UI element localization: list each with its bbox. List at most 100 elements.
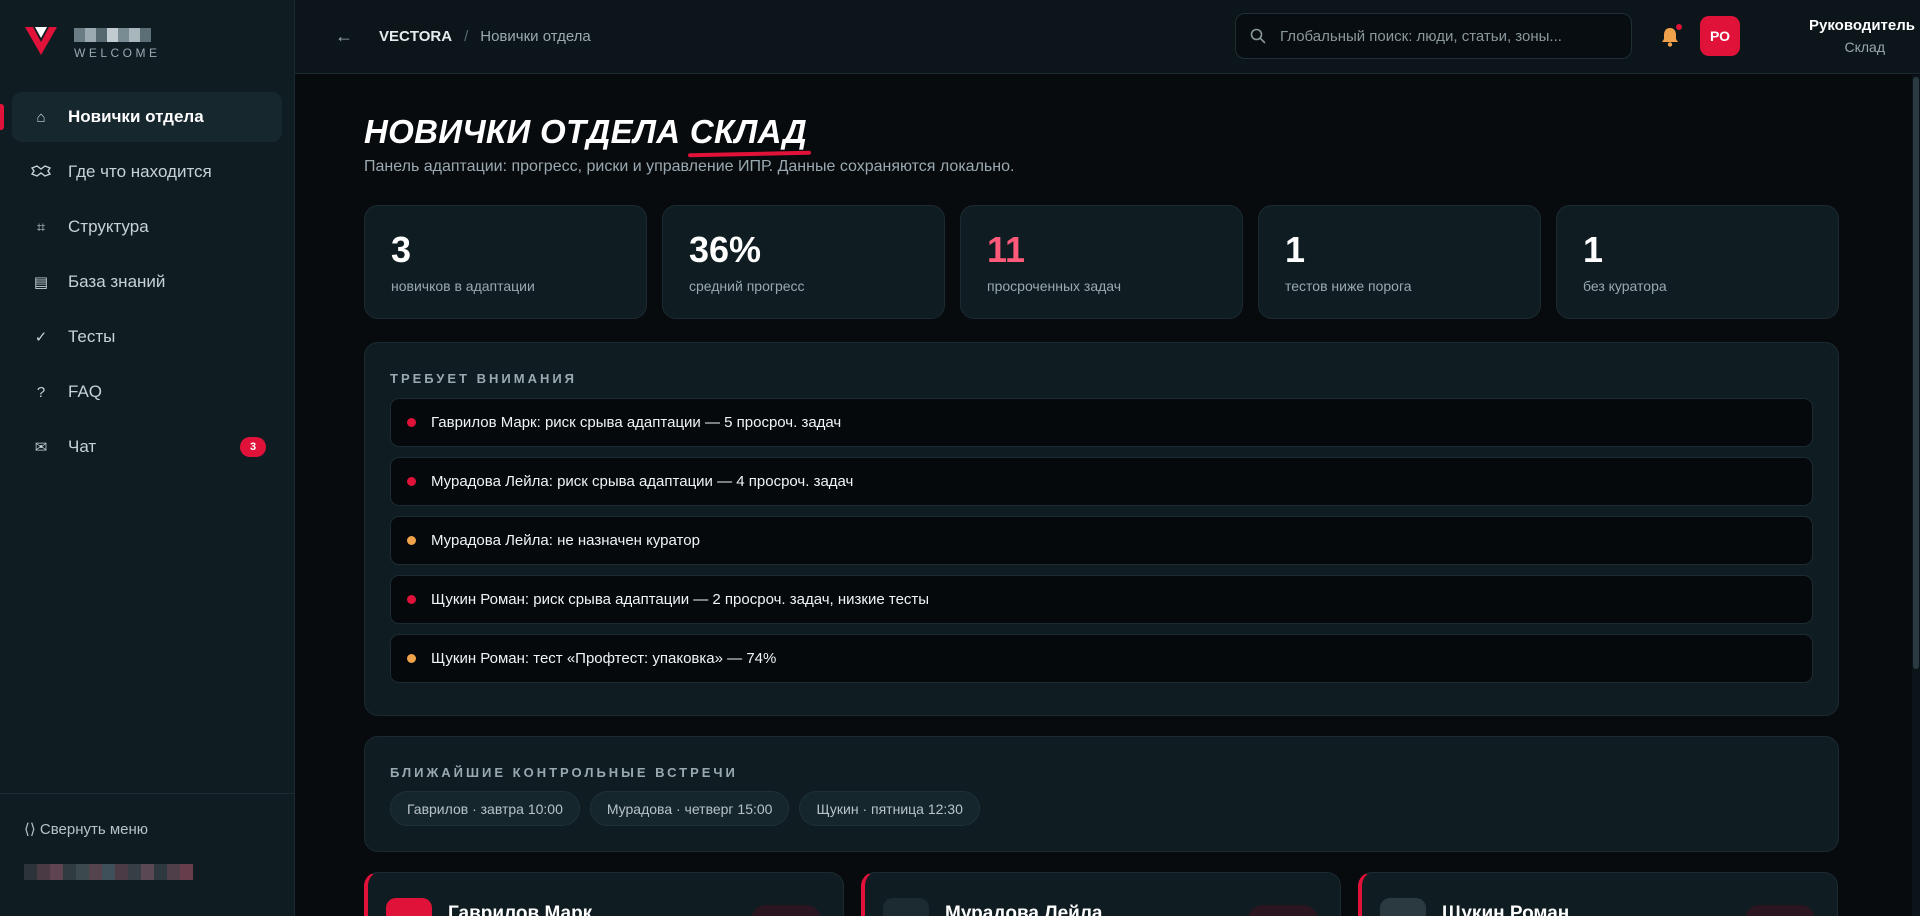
- newbie-card[interactable]: Мурадова Лейла: [861, 872, 1341, 916]
- newbie-status-pill: [751, 905, 821, 916]
- attention-item[interactable]: Мурадова Лейла: не назначен куратор: [390, 516, 1813, 565]
- meeting-chip[interactable]: Гаврилов · завтра 10:00: [390, 791, 580, 826]
- critical-dot-icon: [407, 477, 416, 486]
- sidebar-nav: ⌂ Новички отдела Где что находится ⌗ Стр…: [0, 92, 294, 472]
- attention-list: Гаврилов Марк: риск срыва адаптации — 5 …: [390, 398, 1813, 683]
- newbie-cards: Гаврилов Марк Мурадова Лейла Щукин Роман: [364, 872, 1838, 916]
- critical-dot-icon: [407, 418, 416, 427]
- sidebar-item-tests[interactable]: ✓ Тесты: [12, 312, 282, 362]
- main-area: ← VECTORA / Новички отдела РО Ру: [295, 0, 1920, 916]
- stat-label: новичков в адаптации: [391, 278, 535, 294]
- sidebar-item-label: Где что находится: [68, 162, 212, 181]
- newbie-name: Гаврилов Марк: [448, 903, 593, 916]
- newbie-status-pill: [1745, 905, 1815, 916]
- sidebar-item-label: Чат: [68, 437, 97, 456]
- breadcrumb-current: Новички отдела: [480, 28, 591, 45]
- sidebar-item-locations[interactable]: Где что находится: [12, 147, 282, 197]
- global-search[interactable]: [1235, 13, 1632, 59]
- meetings-heading: БЛИЖАЙШИЕ КОНТРОЛЬНЫЕ ВСТРЕЧИ: [390, 765, 738, 780]
- newbie-name: Мурадова Лейла: [945, 903, 1103, 916]
- attention-text: Мурадова Лейла: не назначен куратор: [431, 532, 700, 549]
- page-content: НОВИЧКИ ОТДЕЛА СКЛАД Панель адаптации: п…: [295, 75, 1920, 916]
- attention-item[interactable]: Щукин Роман: тест «Профтест: упаковка» —…: [390, 634, 1813, 683]
- sidebar-footer: ⟨⟩ Свернуть меню: [0, 793, 294, 884]
- critical-dot-icon: [407, 595, 416, 604]
- attention-item[interactable]: Мурадова Лейла: риск срыва адаптации — 4…: [390, 457, 1813, 506]
- newbie-name: Щукин Роман: [1442, 903, 1570, 916]
- attention-item[interactable]: Гаврилов Марк: риск срыва адаптации — 5 …: [390, 398, 1813, 447]
- chat-unread-badge: 3: [240, 437, 266, 457]
- attention-item[interactable]: Щукин Роман: риск срыва адаптации — 2 пр…: [390, 575, 1813, 624]
- mail-icon: ✉: [34, 439, 48, 456]
- page-title-accent: СКЛАД: [689, 113, 808, 150]
- stat-label: средний прогресс: [689, 278, 805, 294]
- stat-card-progress: 36% средний прогресс: [662, 205, 945, 319]
- user-info[interactable]: Руководитель Склад: [1747, 17, 1915, 55]
- newbie-avatar: [386, 898, 432, 916]
- page-scrollbar[interactable]: [1912, 75, 1920, 916]
- stat-card-newbies: 3 новичков в адаптации: [364, 205, 647, 319]
- logo-v-icon: [25, 27, 57, 55]
- attention-panel: ТРЕБУЕТ ВНИМАНИЯ Гаврилов Марк: риск сры…: [364, 342, 1839, 716]
- breadcrumb-root[interactable]: VECTORA: [379, 28, 452, 45]
- user-avatar[interactable]: РО: [1700, 16, 1740, 56]
- stat-label: тестов ниже порога: [1285, 278, 1412, 294]
- home-icon: ⌂: [36, 108, 46, 126]
- stat-value: 36%: [689, 229, 762, 270]
- brand-name-redacted: [74, 28, 161, 42]
- sidebar: WELCOME ⌂ Новички отдела Где что находит…: [0, 0, 295, 916]
- notifications-bell-icon[interactable]: [1660, 24, 1682, 48]
- sidebar-item-structure[interactable]: ⌗ Структура: [12, 202, 282, 252]
- meeting-chip[interactable]: Щукин · пятница 12:30: [799, 791, 980, 826]
- book-icon: ▤: [33, 274, 49, 291]
- sidebar-item-label: База знаний: [68, 272, 166, 291]
- notification-dot: [1676, 24, 1682, 30]
- stat-label: без куратора: [1583, 278, 1667, 294]
- stat-label: просроченных задач: [987, 278, 1122, 294]
- user-name-redacted: [24, 864, 294, 884]
- attention-text: Щукин Роман: тест «Профтест: упаковка» —…: [431, 650, 777, 667]
- stat-card-no-curator: 1 без куратора: [1556, 205, 1839, 319]
- collapse-menu-button[interactable]: ⟨⟩ Свернуть меню: [24, 820, 294, 838]
- attention-text: Щукин Роман: риск срыва адаптации — 2 пр…: [431, 591, 930, 608]
- back-arrow-icon[interactable]: ←: [335, 26, 353, 47]
- page-subtitle: Панель адаптации: прогресс, риски и упра…: [364, 158, 1015, 175]
- app-root: WELCOME ⌂ Новички отдела Где что находит…: [0, 0, 1920, 916]
- sidebar-item-label: FAQ: [68, 382, 103, 401]
- stats-row: 3 новичков в адаптации 36% средний прогр…: [364, 205, 1839, 319]
- newbie-avatar: [883, 898, 929, 916]
- topbar: ← VECTORA / Новички отдела РО Ру: [295, 0, 1920, 74]
- breadcrumb-separator: /: [464, 28, 469, 45]
- question-icon: ?: [36, 383, 46, 401]
- brand[interactable]: WELCOME: [0, 0, 294, 90]
- stat-card-overdue: 11 просроченных задач: [960, 205, 1243, 319]
- warning-dot-icon: [407, 654, 416, 663]
- stat-value: 3: [391, 229, 412, 270]
- stat-card-tests-below: 1 тестов ниже порога: [1258, 205, 1541, 319]
- meetings-panel: БЛИЖАЙШИЕ КОНТРОЛЬНЫЕ ВСТРЕЧИ Гаврилов ·…: [364, 736, 1839, 852]
- newbie-status-pill: [1248, 905, 1318, 916]
- meetings-list: Гаврилов · завтра 10:00 Мурадова · четве…: [390, 791, 1838, 826]
- user-role: Руководитель: [1809, 17, 1915, 34]
- search-input[interactable]: [1280, 27, 1610, 45]
- sidebar-item-knowledge[interactable]: ▤ База знаний: [12, 257, 282, 307]
- page-title: НОВИЧКИ ОТДЕЛА СКЛАД: [364, 113, 807, 151]
- sidebar-item-chat[interactable]: ✉ Чат 3: [12, 422, 282, 472]
- stat-value: 1: [1285, 229, 1306, 270]
- brand-welcome: WELCOME: [74, 46, 161, 60]
- sidebar-item-faq[interactable]: ? FAQ: [12, 367, 282, 417]
- sidebar-item-label: Тесты: [68, 327, 116, 346]
- sidebar-item-newbies[interactable]: ⌂ Новички отдела: [0, 92, 282, 142]
- scrollbar-thumb[interactable]: [1913, 77, 1919, 669]
- attention-heading: ТРЕБУЕТ ВНИМАНИЯ: [390, 371, 578, 386]
- page-title-main: НОВИЧКИ ОТДЕЛА: [364, 113, 690, 150]
- newbie-card[interactable]: Гаврилов Марк: [364, 872, 844, 916]
- meeting-chip[interactable]: Мурадова · четверг 15:00: [589, 791, 790, 826]
- sidebar-item-label: Структура: [68, 217, 149, 236]
- attention-text: Мурадова Лейла: риск срыва адаптации — 4…: [431, 473, 854, 490]
- attention-text: Гаврилов Марк: риск срыва адаптации — 5 …: [431, 414, 842, 431]
- user-department: Склад: [1844, 39, 1885, 55]
- warning-dot-icon: [407, 536, 416, 545]
- stat-value: 1: [1583, 229, 1604, 270]
- newbie-card[interactable]: Щукин Роман: [1358, 872, 1838, 916]
